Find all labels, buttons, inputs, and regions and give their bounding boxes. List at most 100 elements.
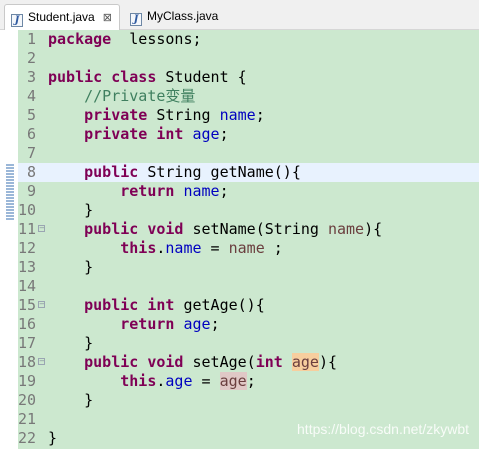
code-line[interactable]: 2 [18,49,479,68]
code-line[interactable]: 7 [18,144,479,163]
code-text: private int age; [48,125,229,144]
code-token: public [84,353,139,371]
code-token: int [147,296,175,314]
code-token: ; [246,372,256,390]
line-number: 17 [18,334,37,352]
line-number: 2 [26,49,36,67]
code-editor[interactable]: 1 package lessons; 2 3 public class Student … [0,30,479,449]
line-number: 13 [18,258,37,276]
close-tab-icon[interactable]: ⊠ [103,11,112,24]
code-line[interactable]: 11− public void setName(String name){ [18,220,479,239]
code-line[interactable]: 10 } [18,201,479,220]
code-token: private [84,125,148,143]
code-line[interactable]: 13 } [18,258,479,277]
code-token: ){ [364,220,383,238]
code-token: package [48,30,112,48]
line-number: 9 [26,182,36,200]
code-line[interactable]: 8 public String getName(){ [18,163,479,182]
code-token: int [255,353,283,371]
code-token: this [120,239,157,257]
code-text: this.age = age; [48,372,256,391]
code-text: //Private变量 [48,87,195,106]
code-text: return name; [48,182,228,201]
code-token: getAge(){ [174,296,265,314]
line-number: 15 [18,296,37,314]
code-line[interactable]: 17 } [18,334,479,353]
line-number: 5 [26,106,36,124]
watermark-text: https://blog.csdn.net/zkywbt [297,421,469,437]
line-number: 7 [26,144,36,162]
code-text: public class Student { [48,68,247,87]
code-token: } [48,201,94,219]
code-text: public int getAge(){ [48,296,265,315]
code-token: ){ [318,353,337,371]
line-number: 12 [18,239,37,257]
code-token: private [84,106,148,124]
code-token: age [183,315,211,333]
code-text: this.name = name ; [48,239,283,258]
line-number: 3 [26,68,36,86]
code-token: } [48,429,58,447]
code-line[interactable]: 9 return name; [18,182,479,201]
code-token: return [120,182,175,200]
fold-toggle-icon[interactable]: − [38,358,45,365]
code-text: private String name; [48,106,265,125]
code-line[interactable]: 3 public class Student { [18,68,479,87]
code-text: public String getName(){ [48,163,301,182]
code-line[interactable]: 19 this.age = age; [18,372,479,391]
code-text: public void setName(String name){ [48,220,382,239]
code-token: public [48,68,103,86]
code-text: package lessons; [48,30,202,49]
code-line[interactable]: 20 } [18,391,479,410]
code-text: public void setAge(int age){ [48,353,337,372]
code-line[interactable]: 16 return age; [18,315,479,334]
code-line[interactable]: 1 package lessons; [18,30,479,49]
line-number: 16 [18,315,37,333]
code-token: setName(String [183,220,328,238]
code-token: = [192,372,220,390]
code-line[interactable]: 14 [18,277,479,296]
code-token: this [120,372,157,390]
code-line[interactable]: 15− public int getAge(){ [18,296,479,315]
code-token: } [48,258,94,276]
code-line[interactable]: 6 private int age; [18,125,479,144]
line-number: 10 [18,201,37,219]
code-token: name [228,239,265,257]
java-file-icon: J [11,14,23,27]
code-token: ; [264,239,283,257]
tab-label: Student.java [28,10,95,24]
code-text: } [48,201,93,220]
code-line[interactable]: 4 //Private变量 [18,87,479,106]
code-line[interactable]: 5 private String name; [18,106,479,125]
code-token: String getName(){ [138,163,301,181]
code-token: } [48,334,94,352]
code-line[interactable]: 12 this.name = name ; [18,239,479,258]
line-number: 20 [18,391,37,409]
change-marker [6,163,14,220]
code-line[interactable]: 18− public void setAge(int age){ [18,353,479,372]
fold-toggle-icon[interactable]: − [38,301,45,308]
fold-toggle-icon[interactable]: − [38,225,45,232]
code-text: } [48,334,93,353]
tab-student-java[interactable]: J Student.java ⊠ [4,4,120,30]
tab-myclass-java[interactable]: J MyClass.java [124,4,234,30]
editor-gutter [0,30,18,449]
code-text: } [48,258,93,277]
code-token: return [120,315,175,333]
code-token: public [84,220,139,238]
code-token: Student { [156,68,247,86]
code-token: class [111,68,157,86]
code-token: age [192,125,220,143]
code-token: int [156,125,184,143]
